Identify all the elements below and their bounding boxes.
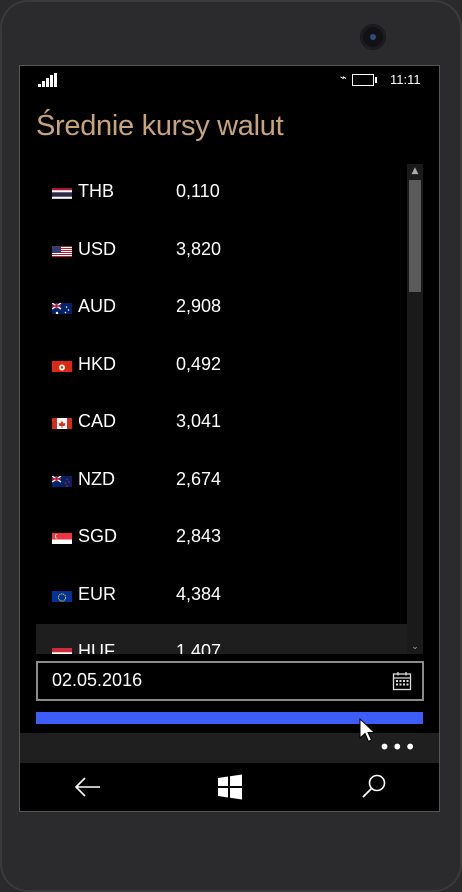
hungary-flag-icon [52, 646, 72, 654]
canada-flag-icon [52, 416, 72, 429]
more-options-button[interactable]: ••• [379, 735, 417, 759]
calendar-icon[interactable] [392, 671, 412, 691]
mouse-cursor-icon [359, 718, 376, 743]
rate-list-item[interactable]: USD 3,820 [36, 222, 407, 279]
currency-code: USD [78, 238, 117, 259]
rate-list-item[interactable]: NZD 2,674 [36, 452, 407, 509]
scrollbar-thumb[interactable] [409, 180, 421, 292]
status-bar: ⌁ 11:11 [20, 66, 439, 94]
singapore-flag-icon [52, 531, 72, 544]
phone-screen: ⌁ 11:11 Średnie kursy walut THB 0,110 USD 3… [19, 65, 440, 812]
currency-code: SGD [78, 526, 118, 546]
thailand-flag-icon [52, 186, 72, 199]
exchange-rate-value: 2,674 [176, 468, 222, 489]
currency-code: CAD [78, 411, 117, 431]
rate-list-item[interactable]: SGD 2,843 [36, 509, 407, 566]
navigation-bar [20, 763, 439, 811]
front-camera [360, 24, 386, 50]
exchange-rate-value: 0,492 [176, 353, 222, 374]
battery-icon [352, 74, 377, 86]
currency-code: NZD [78, 468, 115, 489]
eu-flag-icon [52, 589, 72, 602]
hongkong-flag-icon [52, 359, 72, 372]
rate-list-item[interactable]: THB 0,110 [36, 164, 407, 221]
rate-list-item[interactable]: CAD 3,041 [36, 394, 407, 451]
currency-code: EUR [78, 583, 117, 604]
exchange-rate-value: 0,110 [176, 181, 220, 201]
rates-list-scrollbar[interactable]: ▲ ⌄ [407, 164, 423, 654]
australia-flag-icon [52, 301, 72, 314]
usa-flag-icon [52, 244, 72, 257]
rate-list-item[interactable]: AUD 2,908 [36, 279, 407, 336]
rate-list-item[interactable]: HKD 0,492 [36, 337, 407, 394]
exchange-rate-value: 4,384 [176, 583, 222, 604]
search-icon[interactable] [354, 771, 394, 803]
page-title: Średnie kursy walut [36, 110, 284, 142]
exchange-rate-value: 2,843 [176, 526, 222, 546]
rate-list-item[interactable]: EUR 4,384 [36, 567, 407, 624]
currency-code: HUF [78, 641, 115, 654]
exchange-rate-value: 3,820 [176, 238, 222, 259]
currency-code: AUD [78, 296, 117, 316]
date-picker[interactable]: 02.05.2016 [36, 661, 424, 701]
currency-code: HKD [78, 353, 117, 374]
exchange-rate-value: 2,908 [176, 296, 222, 316]
rates-list[interactable]: THB 0,110 USD 3,820 AUD 2,908 HKD 0,492 CAD 3,041… [36, 164, 407, 654]
date-value[interactable]: 02.05.2016 [52, 670, 142, 691]
back-arrow-icon[interactable] [68, 771, 108, 803]
signal-strength-icon [38, 73, 60, 87]
status-time: 11:11 [390, 72, 421, 87]
windows-start-icon[interactable] [210, 771, 250, 803]
exchange-rate-value: 3,041 [176, 411, 222, 431]
charging-plug-icon: ⌁ [340, 71, 347, 84]
currency-code: THB [78, 181, 114, 201]
scroll-up-arrow-icon[interactable]: ▲ [407, 164, 423, 178]
newzealand-flag-icon [52, 474, 72, 487]
scroll-down-arrow-icon[interactable]: ⌄ [407, 640, 423, 654]
exchange-rate-value: 1,407 [176, 641, 222, 654]
rate-list-item[interactable]: HUF 1,407 [36, 624, 407, 654]
phone-frame: ⌁ 11:11 Średnie kursy walut THB 0,110 USD 3… [0, 0, 462, 892]
